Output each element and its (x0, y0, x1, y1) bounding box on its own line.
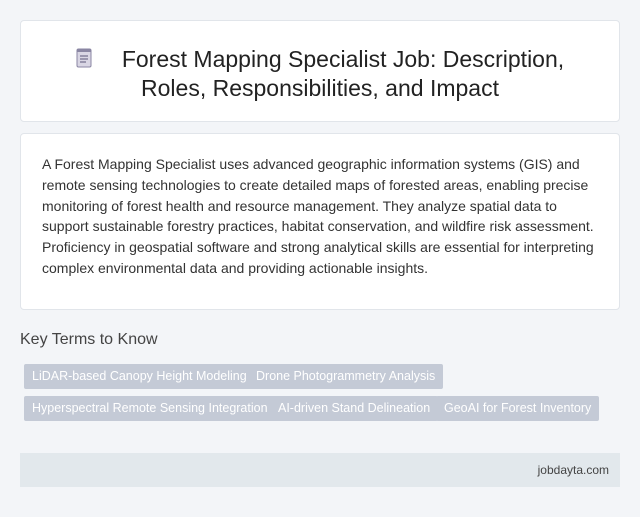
title-text-line-1: Forest Mapping Specialist Job: Descripti… (121, 46, 565, 72)
title-line-1: Forest Mapping Specialist Job: Descripti… (21, 45, 619, 74)
footer: jobdayta.com (20, 453, 620, 487)
page-title: Forest Mapping Specialist Job: Descripti… (21, 45, 619, 103)
key-term-tag[interactable]: Hyperspectral Remote Sensing Integration (24, 396, 276, 421)
key-term-tag[interactable]: GeoAI for Forest Inventory (436, 396, 600, 421)
title-card: Forest Mapping Specialist Job: Descripti… (20, 20, 620, 122)
document-icon (76, 48, 92, 68)
footer-site-link[interactable]: jobdayta.com (538, 463, 609, 477)
key-terms-heading: Key Terms to Know (20, 331, 158, 348)
key-term-tag[interactable]: LiDAR-based Canopy Height Modeling (24, 364, 255, 389)
title-text-line-2: Roles, Responsibilities, and Impact (141, 75, 499, 101)
key-term-tag[interactable]: AI-driven Stand Delineation (270, 396, 439, 421)
description-text: A Forest Mapping Specialist uses advance… (42, 156, 594, 276)
key-term-tag[interactable]: Drone Photogrammetry Analysis (248, 364, 444, 389)
description-card: A Forest Mapping Specialist uses advance… (20, 133, 620, 310)
